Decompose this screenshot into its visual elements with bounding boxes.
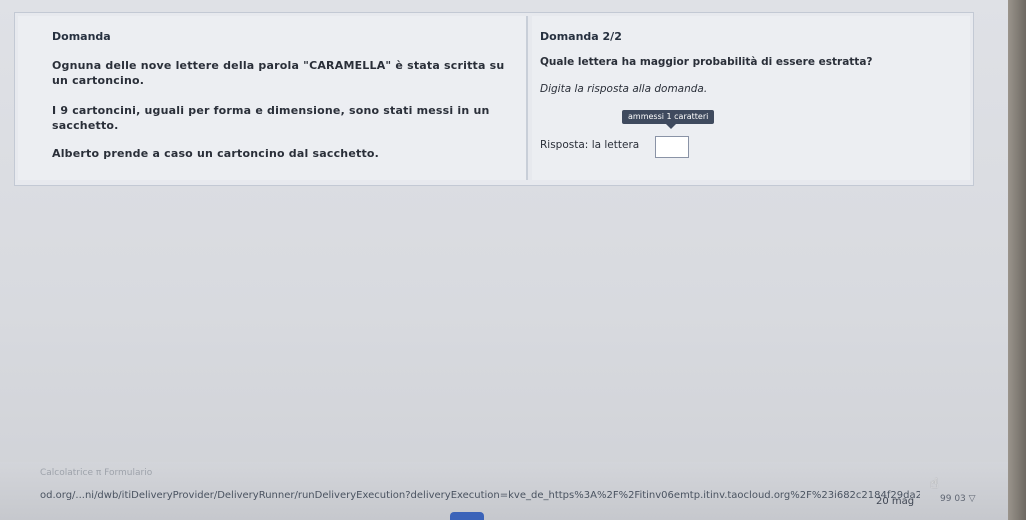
- monitor-bezel: [1008, 0, 1026, 520]
- system-tray: 99 03 ▽: [940, 494, 976, 504]
- stimulus-text-line-2: un cartoncino.: [52, 74, 145, 87]
- tool-buttons[interactable]: Calcolatrice π Formulario: [40, 468, 152, 478]
- question-instruction: Digita la risposta alla domanda.: [540, 83, 708, 95]
- stimulus-text-line-3: I 9 cartoncini, uguali per forma e dimen…: [52, 104, 490, 117]
- answer-label-strong: Risposta:: [540, 139, 589, 151]
- taskbar-date: 20 mag: [876, 496, 915, 507]
- stimulus-text-line-5: Alberto prende a caso un cartoncino dal …: [52, 147, 380, 160]
- char-limit-tooltip: ammessi 1 caratteri: [622, 110, 715, 129]
- status-url: od.org/...ni/dwb/itiDeliveryProvider/Del…: [40, 490, 920, 501]
- answer-prefix: la lettera: [591, 139, 640, 151]
- stimulus-title: Domanda: [52, 30, 111, 43]
- stimulus-text-line-4: sacchetto.: [52, 119, 119, 132]
- answer-input[interactable]: [655, 136, 689, 158]
- taskbar-active-indicator: [450, 512, 484, 520]
- question-counter: Domanda 2/2: [540, 30, 622, 43]
- answer-label: Risposta: la lettera: [540, 139, 639, 151]
- stimulus-text-line-1: Ognuna delle nove lettere della parola "…: [52, 59, 505, 72]
- mouse-cursor-icon: ☝: [930, 476, 939, 492]
- question-text: Quale lettera ha maggior probabilità di …: [540, 56, 873, 68]
